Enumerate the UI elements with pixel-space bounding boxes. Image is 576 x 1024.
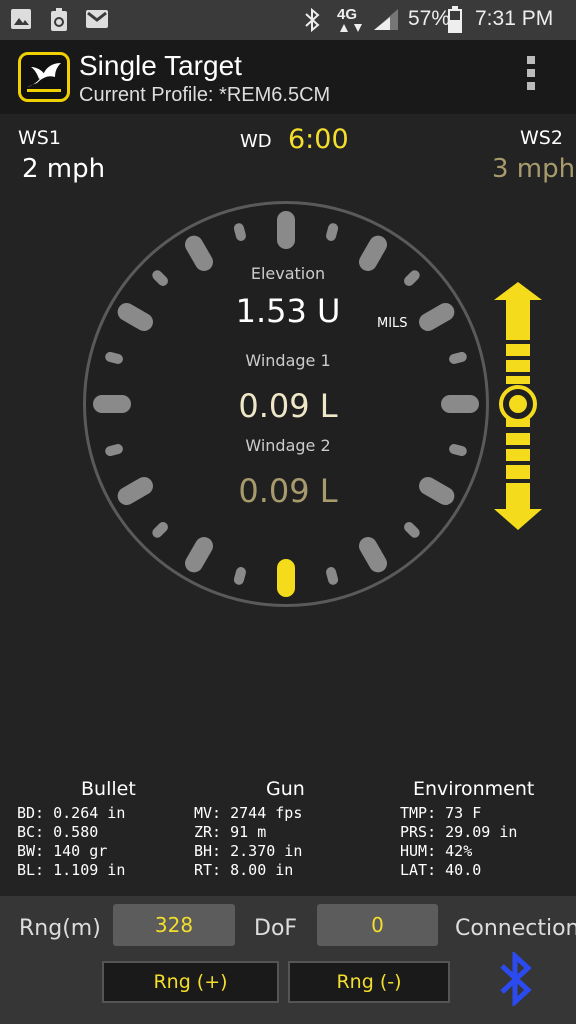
app-bar: Single Target Current Profile: *REM6.5CM	[0, 40, 576, 114]
recycle-icon	[51, 8, 67, 31]
battery-percent: 57%	[408, 7, 451, 30]
environment-line: TMP: 73 F	[400, 804, 482, 822]
bird-icon	[27, 63, 61, 92]
gun-line: BH: 2.370 in	[194, 842, 303, 860]
ws1-value[interactable]: 2 mph	[22, 154, 105, 184]
image-icon	[11, 9, 31, 29]
range-label: Rng(m)	[19, 916, 101, 941]
wind-direction-marker	[277, 559, 295, 597]
elevation-value: 1.53 U	[235, 292, 341, 330]
page-title: Single Target	[79, 50, 242, 81]
units-label: MILS	[377, 316, 408, 331]
network-type: 4G	[337, 6, 358, 23]
dof-input[interactable]: 0	[317, 904, 438, 946]
bullet-line: BD: 0.264 in	[17, 804, 126, 822]
range-minus-button[interactable]: Rng (-)	[288, 961, 450, 1003]
bullet-line: BL: 1.109 in	[17, 861, 126, 879]
environment-line: HUM: 42%	[400, 842, 473, 860]
range-input[interactable]: 328	[113, 904, 235, 946]
bullet-line: BC: 0.580	[17, 823, 99, 841]
bluetooth-icon	[305, 8, 320, 32]
windage1-value: 0.09 L	[238, 387, 338, 425]
control-panel: Rng(m) 328 DoF 0 Connection Rng (+) Rng …	[0, 896, 576, 1024]
bluetooth-connection-icon[interactable]	[498, 952, 532, 1006]
gmail-icon	[86, 10, 108, 28]
range-plus-button[interactable]: Rng (+)	[102, 961, 279, 1003]
app-logo	[18, 52, 70, 102]
range-slider-arrow-icon[interactable]	[490, 282, 546, 532]
bullet-title: Bullet	[81, 778, 136, 800]
current-profile: Current Profile: *REM6.5CM	[79, 84, 331, 106]
wd-value[interactable]: 6:00	[288, 124, 349, 155]
ws2-value[interactable]: 3 mph	[492, 154, 575, 184]
clock: 7:31 PM	[475, 7, 554, 30]
gun-title: Gun	[266, 778, 305, 800]
status-bar: 4G 57% 7:31 PM	[0, 0, 576, 40]
windage2-value: 0.09 L	[238, 472, 338, 510]
dial-tick	[277, 211, 295, 249]
signal-icon	[374, 9, 398, 30]
dial-tick	[93, 395, 131, 413]
environment-line: LAT: 40.0	[400, 861, 482, 879]
wd-label: WD	[240, 131, 272, 152]
windage1-label: Windage 1	[245, 351, 331, 370]
bullet-line: BW: 140 gr	[17, 842, 108, 860]
battery-icon	[448, 6, 462, 33]
overflow-menu-icon[interactable]	[523, 56, 539, 98]
connection-label: Connection	[455, 916, 576, 941]
gun-line: ZR: 91 m	[194, 823, 267, 841]
elevation-label: Elevation	[250, 264, 326, 283]
dial-tick	[441, 395, 479, 413]
environment-title: Environment	[413, 778, 535, 800]
ws2-label: WS2	[520, 127, 563, 149]
network-icon	[340, 24, 362, 32]
gun-line: MV: 2744 fps	[194, 804, 303, 822]
dof-label: DoF	[254, 916, 298, 941]
environment-line: PRS: 29.09 in	[400, 823, 518, 841]
ws1-label: WS1	[18, 127, 61, 149]
gun-line: RT: 8.00 in	[194, 861, 294, 879]
windage2-label: Windage 2	[245, 436, 331, 455]
